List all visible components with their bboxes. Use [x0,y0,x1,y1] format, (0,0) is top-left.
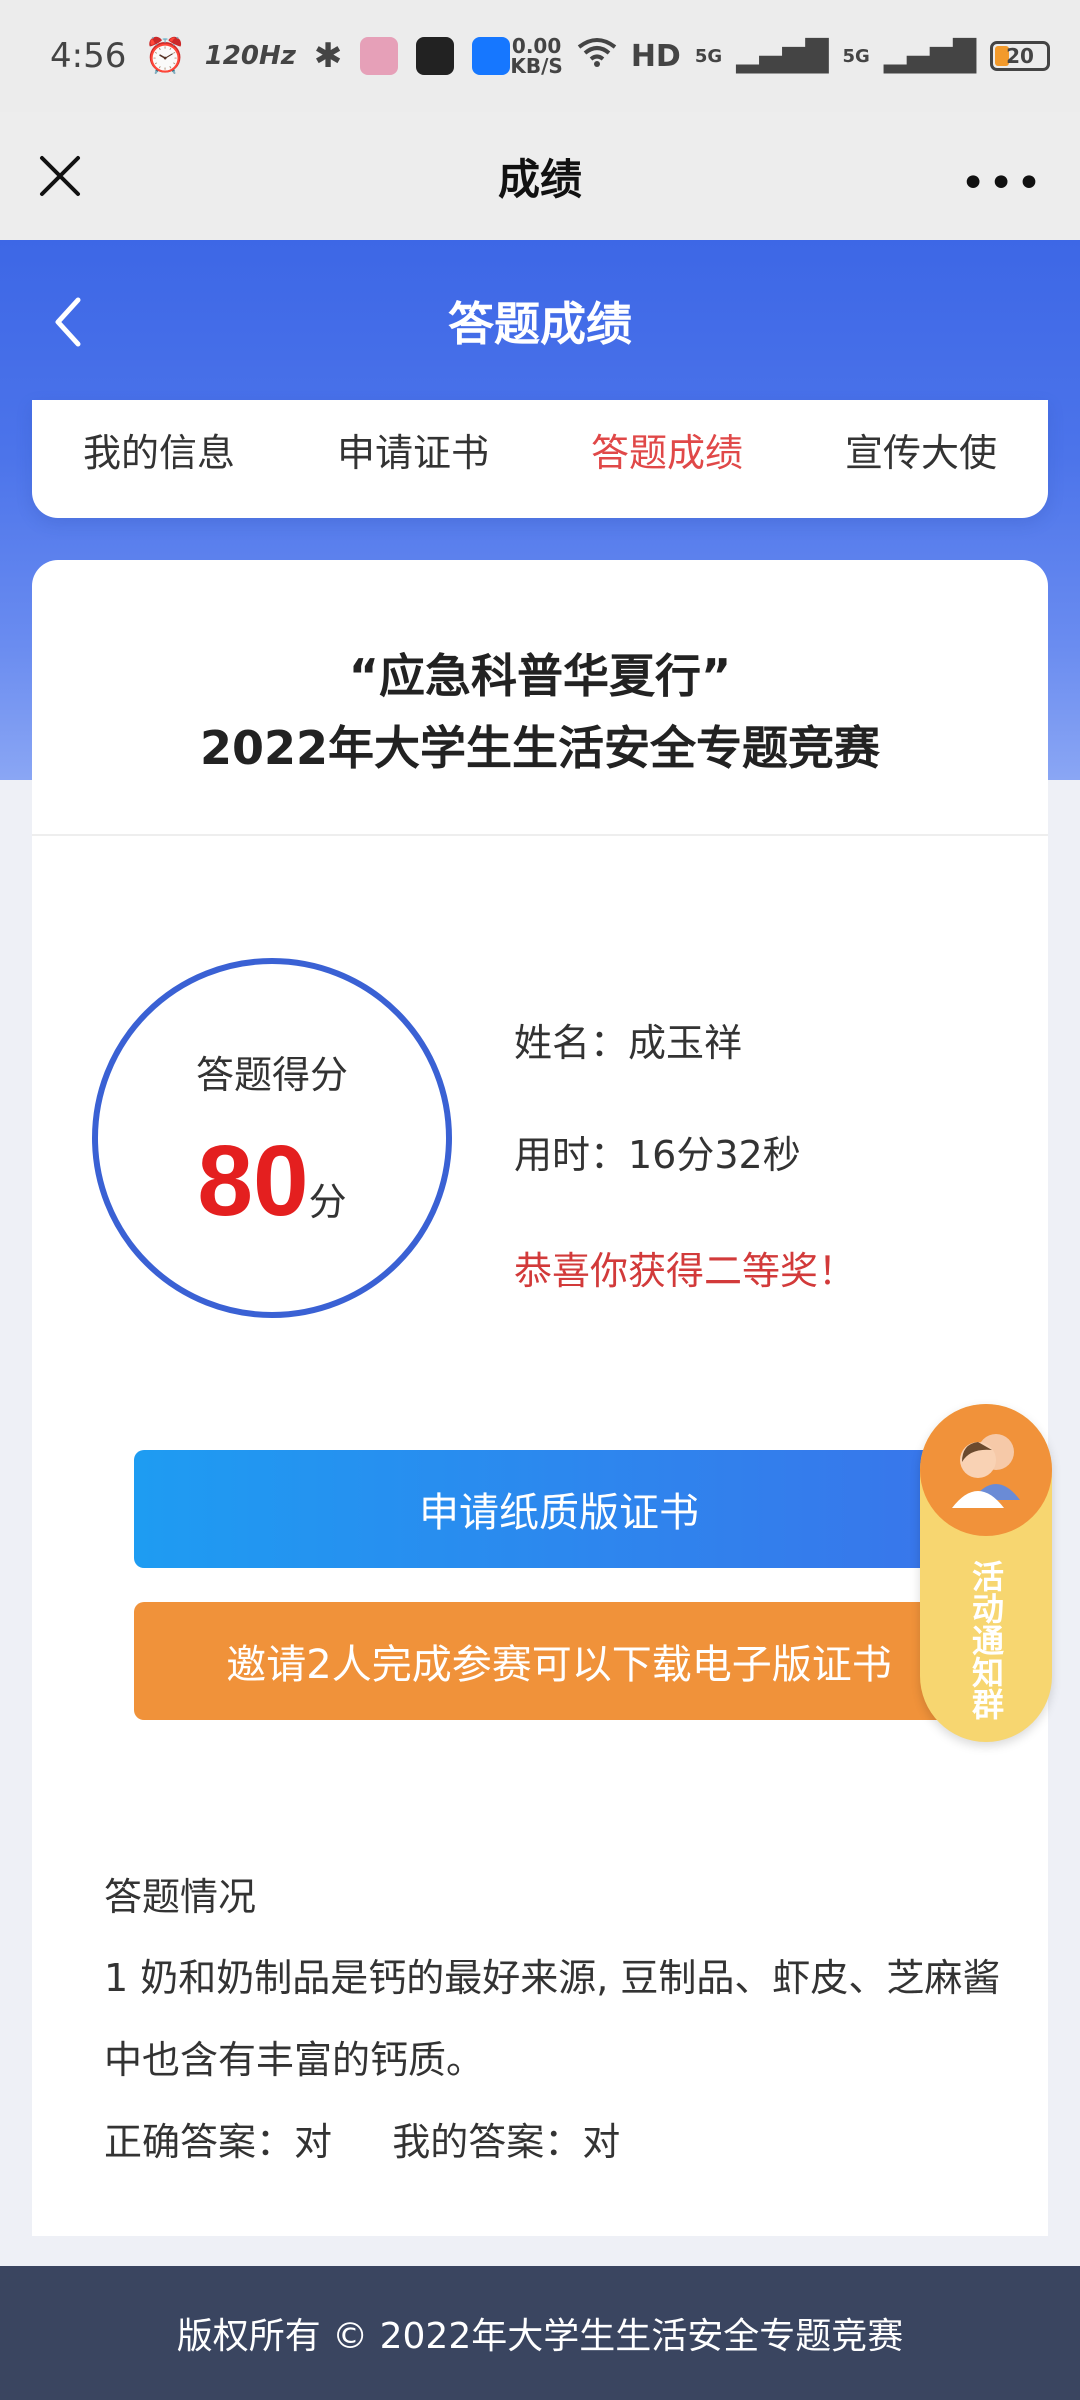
my-answer: 我的答案：对 [392,2120,621,2164]
tab-ambassador[interactable]: 宣传大使 [794,422,1048,497]
tab-answer-score[interactable]: 答题成绩 [540,422,794,497]
activity-group-label: 活动通知群 [967,1560,1005,1720]
net-speed: 0.00 KB/S [510,36,562,76]
correct-answer: 正确答案：对 [104,2120,333,2164]
score-number: 80 [197,1125,309,1237]
network-type: HD [630,38,681,74]
app-avatar-icon [360,37,399,75]
title-bar: 成绩 ••• [0,112,1080,240]
contest-title-line1: “应急科普华夏行” [348,649,732,703]
activity-group-float-button[interactable]: 活动通知群 [920,1404,1052,1742]
signal-5g-2: 5G [842,45,870,67]
award-message: 恭喜你获得二等奖！ [514,1249,857,1293]
invite-download-certificate-button[interactable]: 邀请2人完成参赛可以下载电子版证书 [134,1602,984,1720]
participant-name: 姓名：成玉祥 [514,1021,743,1065]
signal-bars-icon: ▂▄▆█ [883,38,977,74]
contest-title: “应急科普华夏行” 2022年大学生生活安全专题竞赛 [32,640,1048,784]
question-text: 1 奶和奶制品是钙的最好来源, 豆制品、虾皮、芝麻酱中也含有丰富的钙质。 [104,1956,1001,2082]
window-title: 成绩 [497,154,582,204]
refresh-rate: 120Hz [204,41,296,71]
net-speed-unit: KB/S [510,54,563,78]
net-speed-value: 0.00 [511,34,562,58]
status-time: 4:56 [50,36,127,76]
close-icon[interactable] [30,146,90,206]
page-title: 答题成绩 [448,297,632,351]
score-card: “应急科普华夏行” 2022年大学生生活安全专题竞赛 答题得分 80分 姓名：成… [32,560,1048,2236]
battery-level: 20 [1006,44,1034,68]
signal-5g-1: 5G [694,45,723,67]
contest-title-line2: 2022年大学生生活安全专题竞赛 [199,721,881,775]
apply-paper-certificate-button[interactable]: 申请纸质版证书 [134,1450,984,1568]
signal-bars-icon: ▂▄▆█ [736,38,829,74]
status-bar: 4:56 ⏰ 120Hz ✱ 0.00 KB/S HD 5G ▂▄▆█ 5G ▂… [0,0,1080,112]
alipay-icon [472,37,511,75]
tab-my-info[interactable]: 我的信息 [32,422,286,497]
tab-apply-certificate[interactable]: 申请证书 [286,422,540,497]
divider [32,834,1048,836]
wifi-icon [577,37,617,75]
answer-result: 正确答案：对 我的答案：对 [104,2111,1004,2166]
footer: 版权所有 © 2022年大学生生活安全专题竞赛 [0,2266,1080,2400]
answer-details-heading: 答题情况 [104,1875,257,1919]
answer-details: 答题情况 1 奶和奶制品是钙的最好来源, 豆制品、虾皮、芝麻酱中也含有丰富的钙质… [104,1866,1004,2166]
tab-bar: 我的信息 申请证书 答题成绩 宣传大使 [32,400,1048,518]
battery-icon: 20 [990,41,1051,71]
bluetooth-icon: ✱ [313,36,343,76]
more-icon[interactable]: ••• [960,158,1044,209]
group-avatar-icon [920,1404,1052,1536]
score-unit: 分 [308,1180,347,1224]
score-label: 答题得分 [195,1053,348,1097]
score-value: 80分 [98,1124,446,1239]
score-circle: 答题得分 80分 [92,958,452,1318]
qq-icon [416,37,455,75]
alarm-icon: ⏰ [144,36,187,76]
time-used: 用时：16分32秒 [514,1133,801,1177]
